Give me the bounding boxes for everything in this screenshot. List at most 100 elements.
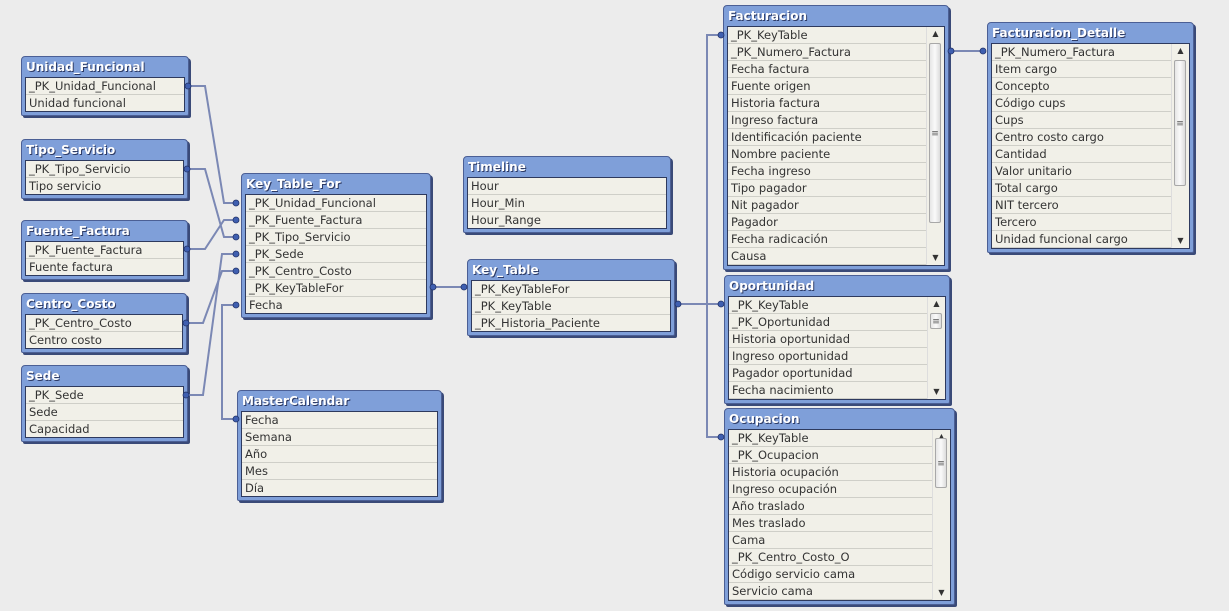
vertical-scrollbar[interactable]: ▲ ≡ ▼: [1171, 44, 1189, 248]
field-row[interactable]: _PK_Fuente_Factura: [246, 212, 426, 229]
field-row[interactable]: Historia factura: [728, 95, 926, 112]
field-row[interactable]: Concepto: [992, 78, 1171, 95]
field-row[interactable]: Año: [242, 446, 437, 463]
field-row[interactable]: Año traslado: [729, 498, 932, 515]
table-mastercalendar[interactable]: MasterCalendar Fecha Semana Año Mes Día: [237, 390, 442, 501]
scroll-down-arrow-icon[interactable]: ▼: [927, 251, 944, 265]
table-sede[interactable]: Sede _PK_Sede Sede Capacidad: [21, 365, 188, 442]
field-row[interactable]: _PK_Ocupacion: [729, 447, 932, 464]
vertical-scrollbar[interactable]: ▲ ≡ ▼: [932, 430, 950, 600]
field-row[interactable]: _PK_KeyTable: [729, 297, 927, 314]
table-timeline[interactable]: Timeline Hour Hour_Min Hour_Range: [463, 156, 671, 233]
field-row[interactable]: Fecha: [242, 412, 437, 429]
field-row[interactable]: Fuente origen: [728, 78, 926, 95]
field-row[interactable]: Código servicio cama: [729, 566, 932, 583]
field-row[interactable]: _PK_Tipo_Servicio: [246, 229, 426, 246]
table-title[interactable]: MasterCalendar: [241, 391, 438, 411]
field-row[interactable]: _PK_Sede: [26, 387, 183, 404]
field-row[interactable]: _PK_Historia_Paciente: [472, 315, 670, 331]
scroll-down-arrow-icon[interactable]: ▼: [928, 385, 945, 399]
scrollbar-thumb[interactable]: ≡: [1174, 60, 1186, 186]
scroll-down-arrow-icon[interactable]: ▼: [933, 586, 950, 600]
field-row[interactable]: Historia ocupación: [729, 464, 932, 481]
field-row[interactable]: Unidad funcional cargo: [992, 231, 1171, 248]
table-tipo-servicio[interactable]: Tipo_Servicio _PK_Tipo_Servicio Tipo servi…: [21, 139, 188, 199]
table-unidad-funcional[interactable]: Unidad_Funcional _PK_Unidad_Funcional Unid…: [21, 56, 189, 116]
table-key-table[interactable]: Key_Table _PK_KeyTableFor _PK_KeyTable _PK_…: [467, 259, 675, 336]
field-row[interactable]: Sede: [26, 404, 183, 421]
field-row[interactable]: Hour_Range: [468, 212, 666, 228]
field-row[interactable]: Pagador: [728, 214, 926, 231]
field-row[interactable]: Tipo servicio: [26, 178, 183, 194]
table-facturacion-detalle[interactable]: Facturacion_Detalle _PK_Numero_Factura Ite…: [987, 22, 1194, 253]
table-centro-costo[interactable]: Centro_Costo _PK_Centro_Costo Centro costo: [21, 293, 187, 353]
field-row[interactable]: Hour_Min: [468, 195, 666, 212]
field-row[interactable]: Capacidad: [26, 421, 183, 437]
field-row[interactable]: Pagador oportunidad: [729, 365, 927, 382]
table-title[interactable]: Ocupacion: [728, 409, 951, 429]
scroll-up-arrow-icon[interactable]: ▲: [1172, 44, 1189, 58]
field-row[interactable]: Tercero: [992, 214, 1171, 231]
field-row[interactable]: _PK_KeyTable: [729, 430, 932, 447]
field-row[interactable]: _PK_KeyTable: [472, 298, 670, 315]
field-row[interactable]: _PK_Centro_Costo_O: [729, 549, 932, 566]
field-row[interactable]: Total cargo: [992, 180, 1171, 197]
table-title[interactable]: Facturacion: [727, 6, 945, 26]
table-fuente-factura[interactable]: Fuente_Factura _PK_Fuente_Factura Fuente f…: [21, 220, 188, 280]
table-title[interactable]: Timeline: [467, 157, 667, 177]
field-row[interactable]: Fecha: [246, 297, 426, 313]
field-row[interactable]: Mes: [242, 463, 437, 480]
table-title[interactable]: Centro_Costo: [25, 294, 183, 314]
table-title[interactable]: Oportunidad: [728, 276, 946, 296]
field-row[interactable]: Cups: [992, 112, 1171, 129]
field-row[interactable]: _PK_Numero_Factura: [992, 44, 1171, 61]
field-row[interactable]: Nit pagador: [728, 197, 926, 214]
field-row[interactable]: Fuente factura: [26, 259, 183, 275]
field-row[interactable]: Tipo pagador: [728, 180, 926, 197]
table-title[interactable]: Unidad_Funcional: [25, 57, 185, 77]
field-row[interactable]: _PK_KeyTableFor: [246, 280, 426, 297]
field-row[interactable]: _PK_Unidad_Funcional: [26, 78, 184, 95]
table-title[interactable]: Fuente_Factura: [25, 221, 184, 241]
table-key-table-for[interactable]: Key_Table_For _PK_Unidad_Funcional _PK_Fue…: [241, 173, 431, 318]
table-title[interactable]: Tipo_Servicio: [25, 140, 184, 160]
scrollbar-thumb[interactable]: ≡: [930, 313, 942, 329]
field-row[interactable]: _PK_Unidad_Funcional: [246, 195, 426, 212]
vertical-scrollbar[interactable]: ▲ ≡ ▼: [927, 297, 945, 399]
field-row[interactable]: Hour: [468, 178, 666, 195]
field-row[interactable]: Unidad funcional: [26, 95, 184, 111]
field-row[interactable]: Item cargo: [992, 61, 1171, 78]
field-row[interactable]: Ingreso ocupación: [729, 481, 932, 498]
scrollbar-thumb[interactable]: ≡: [935, 438, 947, 488]
field-row[interactable]: _PK_Tipo_Servicio: [26, 161, 183, 178]
vertical-scrollbar[interactable]: ▲ ≡ ▼: [926, 27, 944, 265]
field-row[interactable]: Cantidad: [992, 146, 1171, 163]
table-title[interactable]: Key_Table_For: [245, 174, 427, 194]
field-row[interactable]: Día: [242, 480, 437, 496]
field-row[interactable]: Fecha nacimiento: [729, 382, 927, 399]
table-title[interactable]: Facturacion_Detalle: [991, 23, 1190, 43]
scrollbar-thumb[interactable]: ≡: [929, 43, 941, 223]
field-row[interactable]: Cama: [729, 532, 932, 549]
scroll-down-arrow-icon[interactable]: ▼: [1172, 234, 1189, 248]
field-row[interactable]: Fecha ingreso: [728, 163, 926, 180]
field-row[interactable]: _PK_Centro_Costo: [26, 315, 182, 332]
field-row[interactable]: Servicio cama: [729, 583, 932, 600]
table-title[interactable]: Key_Table: [471, 260, 671, 280]
field-row[interactable]: Ingreso factura: [728, 112, 926, 129]
field-row[interactable]: _PK_KeyTable: [728, 27, 926, 44]
field-row[interactable]: Centro costo cargo: [992, 129, 1171, 146]
field-row[interactable]: Semana: [242, 429, 437, 446]
field-row[interactable]: NIT tercero: [992, 197, 1171, 214]
field-row[interactable]: _PK_Sede: [246, 246, 426, 263]
field-row[interactable]: _PK_Numero_Factura: [728, 44, 926, 61]
field-row[interactable]: Nombre paciente: [728, 146, 926, 163]
scroll-up-arrow-icon[interactable]: ▲: [928, 297, 945, 311]
field-row[interactable]: Historia oportunidad: [729, 331, 927, 348]
field-row[interactable]: _PK_Fuente_Factura: [26, 242, 183, 259]
field-row[interactable]: _PK_KeyTableFor: [472, 281, 670, 298]
field-row[interactable]: Centro costo: [26, 332, 182, 348]
field-row[interactable]: Fecha radicación: [728, 231, 926, 248]
table-ocupacion[interactable]: Ocupacion _PK_KeyTable _PK_Ocupacion Histor…: [724, 408, 955, 605]
field-row[interactable]: Causa: [728, 248, 926, 265]
